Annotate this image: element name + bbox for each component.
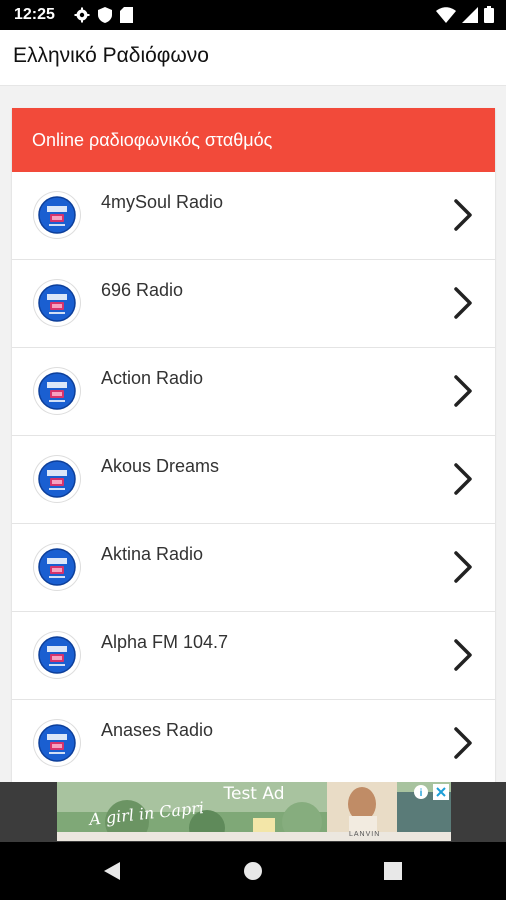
chevron-right-icon[interactable] <box>453 462 473 501</box>
status-time: 12:25 <box>14 6 55 23</box>
app-title: Ελληνικό Ραδιόφωνο <box>13 44 209 67</box>
sd-card-icon <box>120 7 133 28</box>
station-logo <box>34 544 80 590</box>
wifi-icon <box>436 6 456 28</box>
station-logo <box>34 456 80 502</box>
navigation-bar <box>0 842 506 900</box>
station-name: Akous Dreams <box>101 456 220 476</box>
ad-label: Test Ad <box>223 784 285 804</box>
station-logo <box>34 280 80 326</box>
chevron-right-icon[interactable] <box>453 286 473 325</box>
shield-icon <box>98 7 112 28</box>
adchoices-icon[interactable]: i <box>413 784 429 805</box>
chevron-right-icon[interactable] <box>453 198 473 237</box>
station-logo <box>34 720 80 766</box>
station-name: Aktina Radio <box>101 544 204 564</box>
chevron-right-icon[interactable] <box>453 550 473 589</box>
list-header: Online ραδιοφωνικός σταθμός <box>12 108 495 172</box>
station-logo <box>34 368 80 414</box>
back-icon[interactable] <box>103 861 121 886</box>
station-row[interactable]: Akous Dreams <box>12 436 495 524</box>
chevron-right-icon[interactable] <box>453 638 473 677</box>
status-bar: 12:25 <box>0 0 506 30</box>
station-row[interactable]: Action Radio <box>12 348 495 436</box>
battery-icon <box>484 6 494 28</box>
station-row[interactable]: 696 Radio <box>12 260 495 348</box>
station-list-card: Online ραδιοφωνικός σταθμός 4mySoul Radi… <box>12 108 495 783</box>
gear-icon <box>74 7 90 28</box>
station-logo <box>34 192 80 238</box>
home-icon[interactable] <box>243 861 263 886</box>
ad-brand: LANVIN <box>349 831 381 838</box>
station-name: Action Radio <box>101 368 204 388</box>
ad-banner-area: Test Ad A girl in Capri LANVIN i <box>0 782 506 842</box>
chevron-right-icon[interactable] <box>453 726 473 765</box>
station-row[interactable]: Aktina Radio <box>12 524 495 612</box>
station-row[interactable]: Anases Radio <box>12 700 495 783</box>
station-row[interactable]: Alpha FM 104.7 <box>12 612 495 700</box>
station-logo <box>34 632 80 678</box>
station-name: 4mySoul Radio <box>101 192 224 212</box>
signal-icon <box>462 6 478 28</box>
station-name: 696 Radio <box>101 280 184 300</box>
ad-banner[interactable]: Test Ad A girl in Capri LANVIN i <box>57 782 451 841</box>
chevron-right-icon[interactable] <box>453 374 473 413</box>
station-name: Alpha FM 104.7 <box>101 632 229 652</box>
app-bar: Ελληνικό Ραδιόφωνο <box>0 30 506 86</box>
ad-close-icon[interactable] <box>433 784 449 805</box>
recents-icon[interactable] <box>384 862 402 885</box>
station-row[interactable]: 4mySoul Radio <box>12 172 495 260</box>
station-name: Anases Radio <box>101 720 214 740</box>
svg-text:i: i <box>420 788 423 799</box>
